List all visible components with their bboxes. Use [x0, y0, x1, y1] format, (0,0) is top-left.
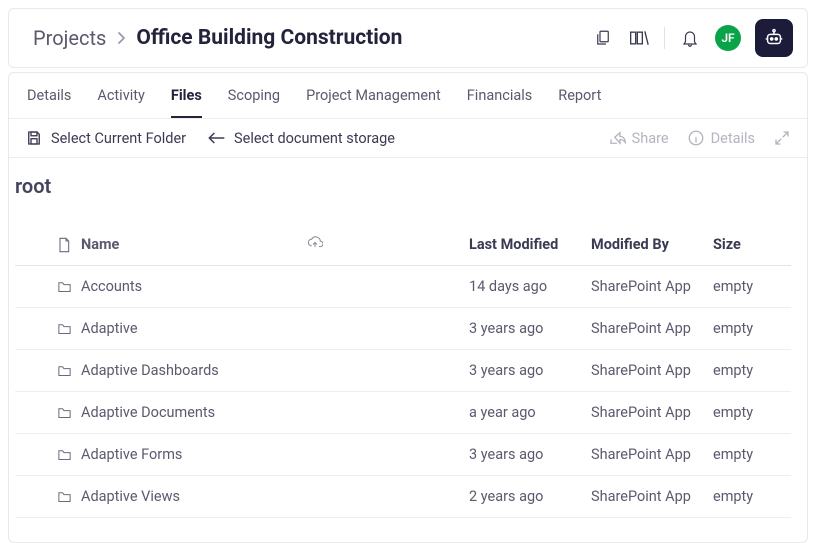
share-button[interactable]: Share	[608, 130, 669, 147]
tab-project-management[interactable]: Project Management	[306, 87, 441, 118]
table-row[interactable]: Adaptive Documentsa year agoSharePoint A…	[15, 392, 791, 434]
select-document-storage-button[interactable]: Select document storage	[206, 130, 395, 147]
copy-icon[interactable]	[592, 27, 614, 49]
table-row[interactable]: Adaptive Forms3 years agoSharePoint Appe…	[15, 434, 791, 476]
table-row[interactable]: Adaptive Views2 years agoSharePoint Appe…	[15, 476, 791, 518]
expand-icon[interactable]	[773, 129, 791, 147]
select-current-folder-label: Select Current Folder	[51, 130, 186, 147]
assistant-button[interactable]	[755, 19, 793, 57]
tab-scoping[interactable]: Scoping	[228, 87, 280, 118]
file-icon	[57, 237, 71, 253]
arrow-left-icon	[206, 131, 226, 145]
select-document-storage-label: Select document storage	[234, 130, 395, 147]
tab-activity[interactable]: Activity	[97, 87, 144, 118]
share-icon	[608, 130, 626, 146]
row-modified: 2 years ago	[469, 488, 591, 505]
main-panel: Details Activity Files Scoping Project Manag…	[8, 72, 808, 543]
row-name: Adaptive Dashboards	[81, 362, 469, 379]
row-name: Adaptive Views	[81, 488, 469, 505]
row-size: empty	[713, 404, 791, 421]
header-size[interactable]: Size	[713, 236, 791, 253]
folder-icon	[57, 406, 72, 419]
row-size: empty	[713, 278, 791, 295]
row-icon	[15, 322, 81, 335]
row-modified: 3 years ago	[469, 446, 591, 463]
row-size: empty	[713, 488, 791, 505]
row-modified: 3 years ago	[469, 362, 591, 379]
breadcrumb: Projects Office Building Construction	[33, 26, 402, 50]
divider	[664, 27, 665, 49]
header-modified-by[interactable]: Modified By	[591, 236, 713, 253]
row-modified: 3 years ago	[469, 320, 591, 337]
row-modified-by: SharePoint App	[591, 362, 713, 379]
cloud-upload-icon[interactable]	[307, 236, 323, 249]
file-browser: root Name Last Modified Modified By Size…	[9, 158, 807, 542]
folder-icon	[57, 448, 72, 461]
table-header: Name Last Modified Modified By Size	[15, 224, 791, 266]
row-size: empty	[713, 446, 791, 463]
row-name: Adaptive	[81, 320, 469, 337]
save-icon	[25, 129, 43, 147]
root-label: root	[9, 158, 807, 224]
row-modified-by: SharePoint App	[591, 404, 713, 421]
share-label: Share	[632, 130, 669, 147]
breadcrumb-root[interactable]: Projects	[33, 26, 106, 50]
tab-files[interactable]: Files	[171, 87, 202, 118]
row-icon	[15, 406, 81, 419]
row-modified-by: SharePoint App	[591, 446, 713, 463]
tabs: Details Activity Files Scoping Project Manag…	[9, 73, 807, 119]
row-icon	[15, 448, 81, 461]
page-title: Office Building Construction	[136, 26, 402, 50]
folder-icon	[57, 322, 72, 335]
row-size: empty	[713, 320, 791, 337]
chevron-right-icon	[116, 31, 126, 45]
row-icon	[15, 490, 81, 503]
folder-icon	[57, 364, 72, 377]
folder-icon	[57, 490, 72, 503]
tab-details[interactable]: Details	[27, 87, 71, 118]
row-icon	[15, 364, 81, 377]
row-modified-by: SharePoint App	[591, 278, 713, 295]
topbar-actions: JF	[592, 19, 793, 57]
folder-icon	[57, 280, 72, 293]
row-name: Adaptive Documents	[81, 404, 469, 421]
info-icon	[687, 129, 705, 147]
files-toolbar: Select Current Folder Select document st…	[9, 119, 807, 158]
row-size: empty	[713, 362, 791, 379]
table-row[interactable]: Accounts14 days agoSharePoint Appempty	[15, 266, 791, 308]
table-row[interactable]: Adaptive3 years agoSharePoint Appempty	[15, 308, 791, 350]
topbar: Projects Office Building Construction JF	[8, 8, 808, 68]
row-modified: a year ago	[469, 404, 591, 421]
details-label: Details	[711, 130, 755, 147]
bell-icon[interactable]	[679, 27, 701, 49]
header-name[interactable]: Name	[81, 236, 469, 253]
row-name: Adaptive Forms	[81, 446, 469, 463]
row-modified-by: SharePoint App	[591, 320, 713, 337]
tab-financials[interactable]: Financials	[467, 87, 532, 118]
library-slash-icon[interactable]	[628, 27, 650, 49]
row-icon	[15, 280, 81, 293]
avatar[interactable]: JF	[715, 25, 741, 51]
row-modified-by: SharePoint App	[591, 488, 713, 505]
table-row[interactable]: Adaptive Dashboards3 years agoSharePoint…	[15, 350, 791, 392]
header-type-icon[interactable]	[15, 237, 81, 253]
tab-report[interactable]: Report	[558, 87, 601, 118]
row-modified: 14 days ago	[469, 278, 591, 295]
details-button[interactable]: Details	[687, 129, 755, 147]
header-modified[interactable]: Last Modified	[469, 236, 591, 253]
row-name: Accounts	[81, 278, 469, 295]
file-table: Name Last Modified Modified By Size Acco…	[15, 224, 791, 518]
select-current-folder-button[interactable]: Select Current Folder	[25, 129, 186, 147]
